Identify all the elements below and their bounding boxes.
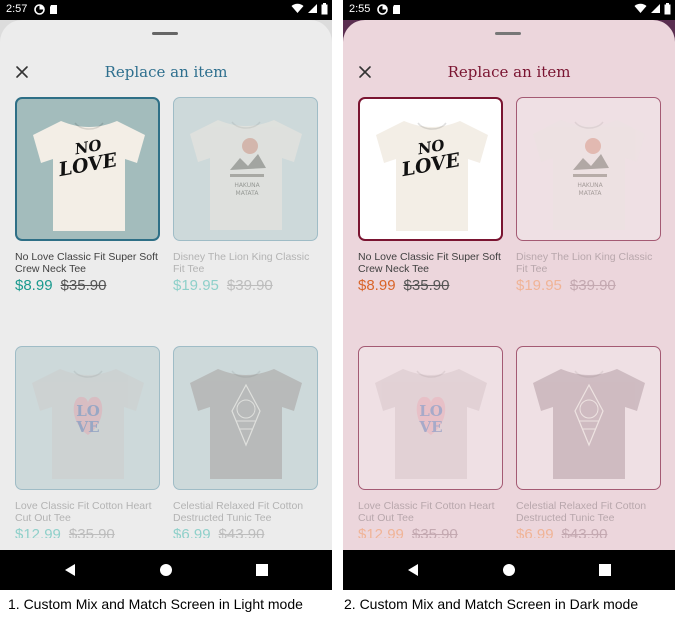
product-card[interactable]: HAKUNA MATATA: [173, 97, 318, 241]
product-card[interactable]: LO VE: [358, 346, 503, 490]
product-price: $19.95 $39.90: [516, 277, 616, 294]
status-time: 2:57: [6, 3, 28, 15]
data-saver-icon: [34, 4, 45, 15]
data-saver-icon: [377, 4, 388, 15]
sale-price: $6.99: [516, 526, 554, 538]
product-price: $12.99 $35.90: [15, 526, 115, 538]
original-price: $43.90: [561, 526, 608, 538]
product-name: Disney The Lion King Classic Fit Tee: [173, 251, 310, 275]
battery-icon: [664, 2, 671, 18]
product-price: $6.99 $43.90: [173, 526, 264, 538]
signal-icon: [307, 3, 318, 17]
product-price: $12.99 $35.90: [358, 526, 458, 538]
bottom-sheet: Replace an item NO LOVE No Love Classic Fi…: [343, 20, 675, 550]
svg-text:HAKUNA: HAKUNA: [577, 182, 603, 189]
svg-text:HAKUNA: HAKUNA: [234, 182, 260, 189]
product-card-selected[interactable]: NO LOVE: [358, 97, 503, 241]
home-icon[interactable]: [501, 562, 517, 578]
recents-icon[interactable]: [597, 562, 613, 578]
sale-price: $19.95: [516, 277, 562, 294]
back-icon[interactable]: [405, 562, 421, 578]
original-price: $39.90: [569, 277, 616, 294]
sd-card-icon: [391, 4, 402, 15]
navigation-bar: [0, 550, 332, 590]
product-card[interactable]: LO VE: [15, 346, 160, 490]
svg-text:MATATA: MATATA: [236, 190, 260, 197]
product-card[interactable]: [516, 346, 661, 490]
back-icon[interactable]: [62, 562, 78, 578]
product-price: $6.99 $43.90: [516, 526, 607, 538]
product-card[interactable]: HAKUNA MATATA: [516, 97, 661, 241]
navigation-bar: [343, 550, 675, 590]
product-price: $19.95 $39.90: [173, 277, 273, 294]
original-price: $35.90: [60, 277, 107, 294]
svg-text:MATATA: MATATA: [579, 190, 603, 197]
recents-icon[interactable]: [254, 562, 270, 578]
sale-price: $8.99: [358, 277, 396, 294]
status-time: 2:55: [349, 3, 371, 15]
signal-icon: [650, 3, 661, 17]
product-card-selected[interactable]: NO LOVE: [15, 97, 160, 241]
product-name: Love Classic Fit Cotton Heart Cut Out Te…: [15, 500, 152, 524]
status-bar: 2:57: [0, 0, 332, 20]
product-grid: NO LOVE No Love Classic Fit Super Soft Cre…: [343, 20, 675, 538]
wifi-icon: [634, 3, 647, 17]
product-name: Disney The Lion King Classic Fit Tee: [516, 251, 653, 275]
wifi-icon: [291, 3, 304, 17]
product-grid: NO LOVE No Love Classic Fit Super Soft Cre…: [0, 20, 332, 538]
product-name: No Love Classic Fit Super Soft Crew Neck…: [15, 251, 158, 275]
sale-price: $12.99: [15, 526, 61, 538]
light-mode-screen: Replace an item NO LOVE No Love Classic Fi…: [0, 0, 332, 590]
sale-price: $6.99: [173, 526, 211, 538]
sd-card-icon: [48, 4, 59, 15]
svg-text:VE: VE: [418, 418, 442, 436]
sale-price: $8.99: [15, 277, 53, 294]
product-card[interactable]: [173, 346, 318, 490]
original-price: $35.90: [403, 277, 450, 294]
svg-text:VE: VE: [75, 418, 99, 436]
caption-light: 1. Custom Mix and Match Screen in Light …: [8, 596, 303, 612]
product-price: $8.99 $35.90: [358, 277, 449, 294]
caption-dark: 2. Custom Mix and Match Screen in Dark m…: [344, 596, 639, 612]
sale-price: $12.99: [358, 526, 404, 538]
product-name: Love Classic Fit Cotton Heart Cut Out Te…: [358, 500, 495, 524]
bottom-sheet: Replace an item NO LOVE No Love Classic Fi…: [0, 20, 332, 550]
product-name: Celestial Relaxed Fit Cotton Destructed …: [173, 500, 304, 524]
status-bar: 2:55: [343, 0, 675, 20]
battery-icon: [321, 2, 328, 18]
product-price: $8.99 $35.90: [15, 277, 106, 294]
sale-price: $19.95: [173, 277, 219, 294]
original-price: $39.90: [226, 277, 273, 294]
dark-mode-screen: Replace an item NO LOVE No Love Classic Fi…: [343, 0, 675, 590]
product-name: No Love Classic Fit Super Soft Crew Neck…: [358, 251, 501, 275]
product-name: Celestial Relaxed Fit Cotton Destructed …: [516, 500, 647, 524]
home-icon[interactable]: [158, 562, 174, 578]
original-price: $35.90: [68, 526, 115, 538]
original-price: $35.90: [411, 526, 458, 538]
original-price: $43.90: [218, 526, 265, 538]
